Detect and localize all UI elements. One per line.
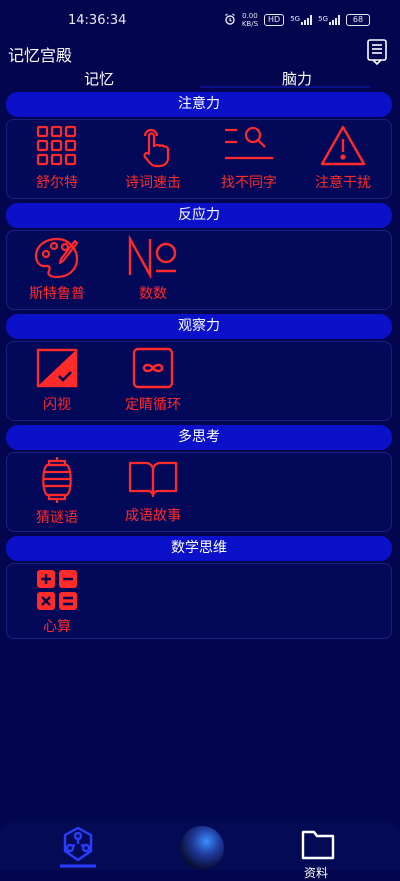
- game-label: 找不同字: [221, 175, 277, 191]
- game-label: 舒尔特: [36, 175, 78, 191]
- tab-bar: 记忆 脑力: [0, 66, 400, 90]
- game-flash-view[interactable]: 闪视: [11, 342, 103, 418]
- battery-indicator: 68: [346, 14, 370, 26]
- flash-view-icon: [11, 346, 103, 390]
- game-riddles[interactable]: 猜谜语: [11, 453, 103, 529]
- open-book-icon: [107, 457, 199, 501]
- section-observation: 闪视 定睛循环: [6, 341, 392, 421]
- game-counting[interactable]: 数数: [107, 231, 199, 307]
- numero-icon: [107, 235, 199, 279]
- section-attention: 舒尔特 诗词速击 找不同字 注意干扰: [6, 119, 392, 199]
- network-speed-value: 0.00: [242, 12, 258, 20]
- game-stroop[interactable]: 斯特鲁普: [11, 231, 103, 307]
- game-label: 猜谜语: [36, 510, 78, 526]
- game-label: 心算: [43, 619, 71, 635]
- calculator-icon: [11, 568, 103, 612]
- game-label: 定睛循环: [125, 397, 181, 413]
- infinity-box-icon: [107, 346, 199, 390]
- network-speed: 0.00 KB/S: [242, 12, 258, 28]
- tab-active-indicator: [200, 86, 370, 88]
- game-label: 斯特鲁普: [29, 286, 85, 302]
- section-reaction: 斯特鲁普 数数: [6, 230, 392, 310]
- section-header-math: 数学思维: [6, 536, 392, 561]
- avatar-icon[interactable]: [180, 826, 224, 870]
- status-bar: 14:36:34 0.00 KB/S HD 5G 5G 68: [0, 0, 400, 40]
- game-mental-math[interactable]: 心算: [11, 564, 103, 640]
- game-fixation-loop[interactable]: 定睛循环: [107, 342, 199, 418]
- game-label: 诗词速击: [125, 175, 181, 191]
- alarm-icon: [224, 13, 236, 27]
- section-header-observation: 观察力: [6, 314, 392, 339]
- game-label: 注意干扰: [315, 175, 371, 191]
- app-title: 记忆宫殿: [8, 46, 73, 65]
- warning-triangle-icon: [297, 124, 389, 168]
- nav-materials[interactable]: 资料: [300, 828, 336, 880]
- grid-icon: [11, 124, 103, 168]
- game-label: 闪视: [43, 397, 71, 413]
- folder-icon: [301, 830, 335, 864]
- network-shield-icon[interactable]: [58, 824, 98, 868]
- section-header-thinking: 多思考: [6, 425, 392, 450]
- bottom-nav: 资料: [0, 820, 400, 880]
- sim1-signal: 5G: [290, 15, 313, 25]
- game-label: 成语故事: [125, 508, 181, 524]
- sim1-label: 5G: [290, 15, 301, 23]
- game-idiom-stories[interactable]: 成语故事: [107, 453, 199, 529]
- tab-memory[interactable]: 记忆: [84, 68, 114, 89]
- game-find-difference[interactable]: 找不同字: [203, 120, 295, 196]
- game-distraction[interactable]: 注意干扰: [297, 120, 389, 196]
- tap-hand-icon: [107, 124, 199, 168]
- status-time: 14:36:34: [68, 13, 127, 28]
- section-math: 心算: [6, 563, 392, 639]
- signal-bars-icon: [329, 15, 340, 25]
- game-schulte[interactable]: 舒尔特: [11, 120, 103, 196]
- sim2-signal: 5G: [318, 15, 340, 25]
- game-label: 数数: [139, 286, 167, 302]
- game-poem-tap[interactable]: 诗词速击: [107, 120, 199, 196]
- section-header-attention: 注意力: [6, 92, 392, 117]
- nav-materials-label: 资料: [304, 866, 329, 880]
- signal-bars-icon: [301, 15, 313, 25]
- palette-icon: [11, 235, 103, 279]
- section-header-reaction: 反应力: [6, 203, 392, 228]
- hd-badge: HD: [264, 14, 285, 26]
- lantern-icon: [11, 457, 103, 503]
- clipboard-list-icon[interactable]: [366, 38, 388, 66]
- section-thinking: 猜谜语 成语故事: [6, 452, 392, 532]
- app-header: 记忆宫殿: [0, 38, 400, 68]
- sim2-label: 5G: [318, 15, 328, 23]
- search-lines-icon: [203, 124, 295, 168]
- network-speed-unit: KB/S: [241, 20, 259, 28]
- status-icons: 0.00 KB/S HD 5G 5G 68: [224, 12, 370, 28]
